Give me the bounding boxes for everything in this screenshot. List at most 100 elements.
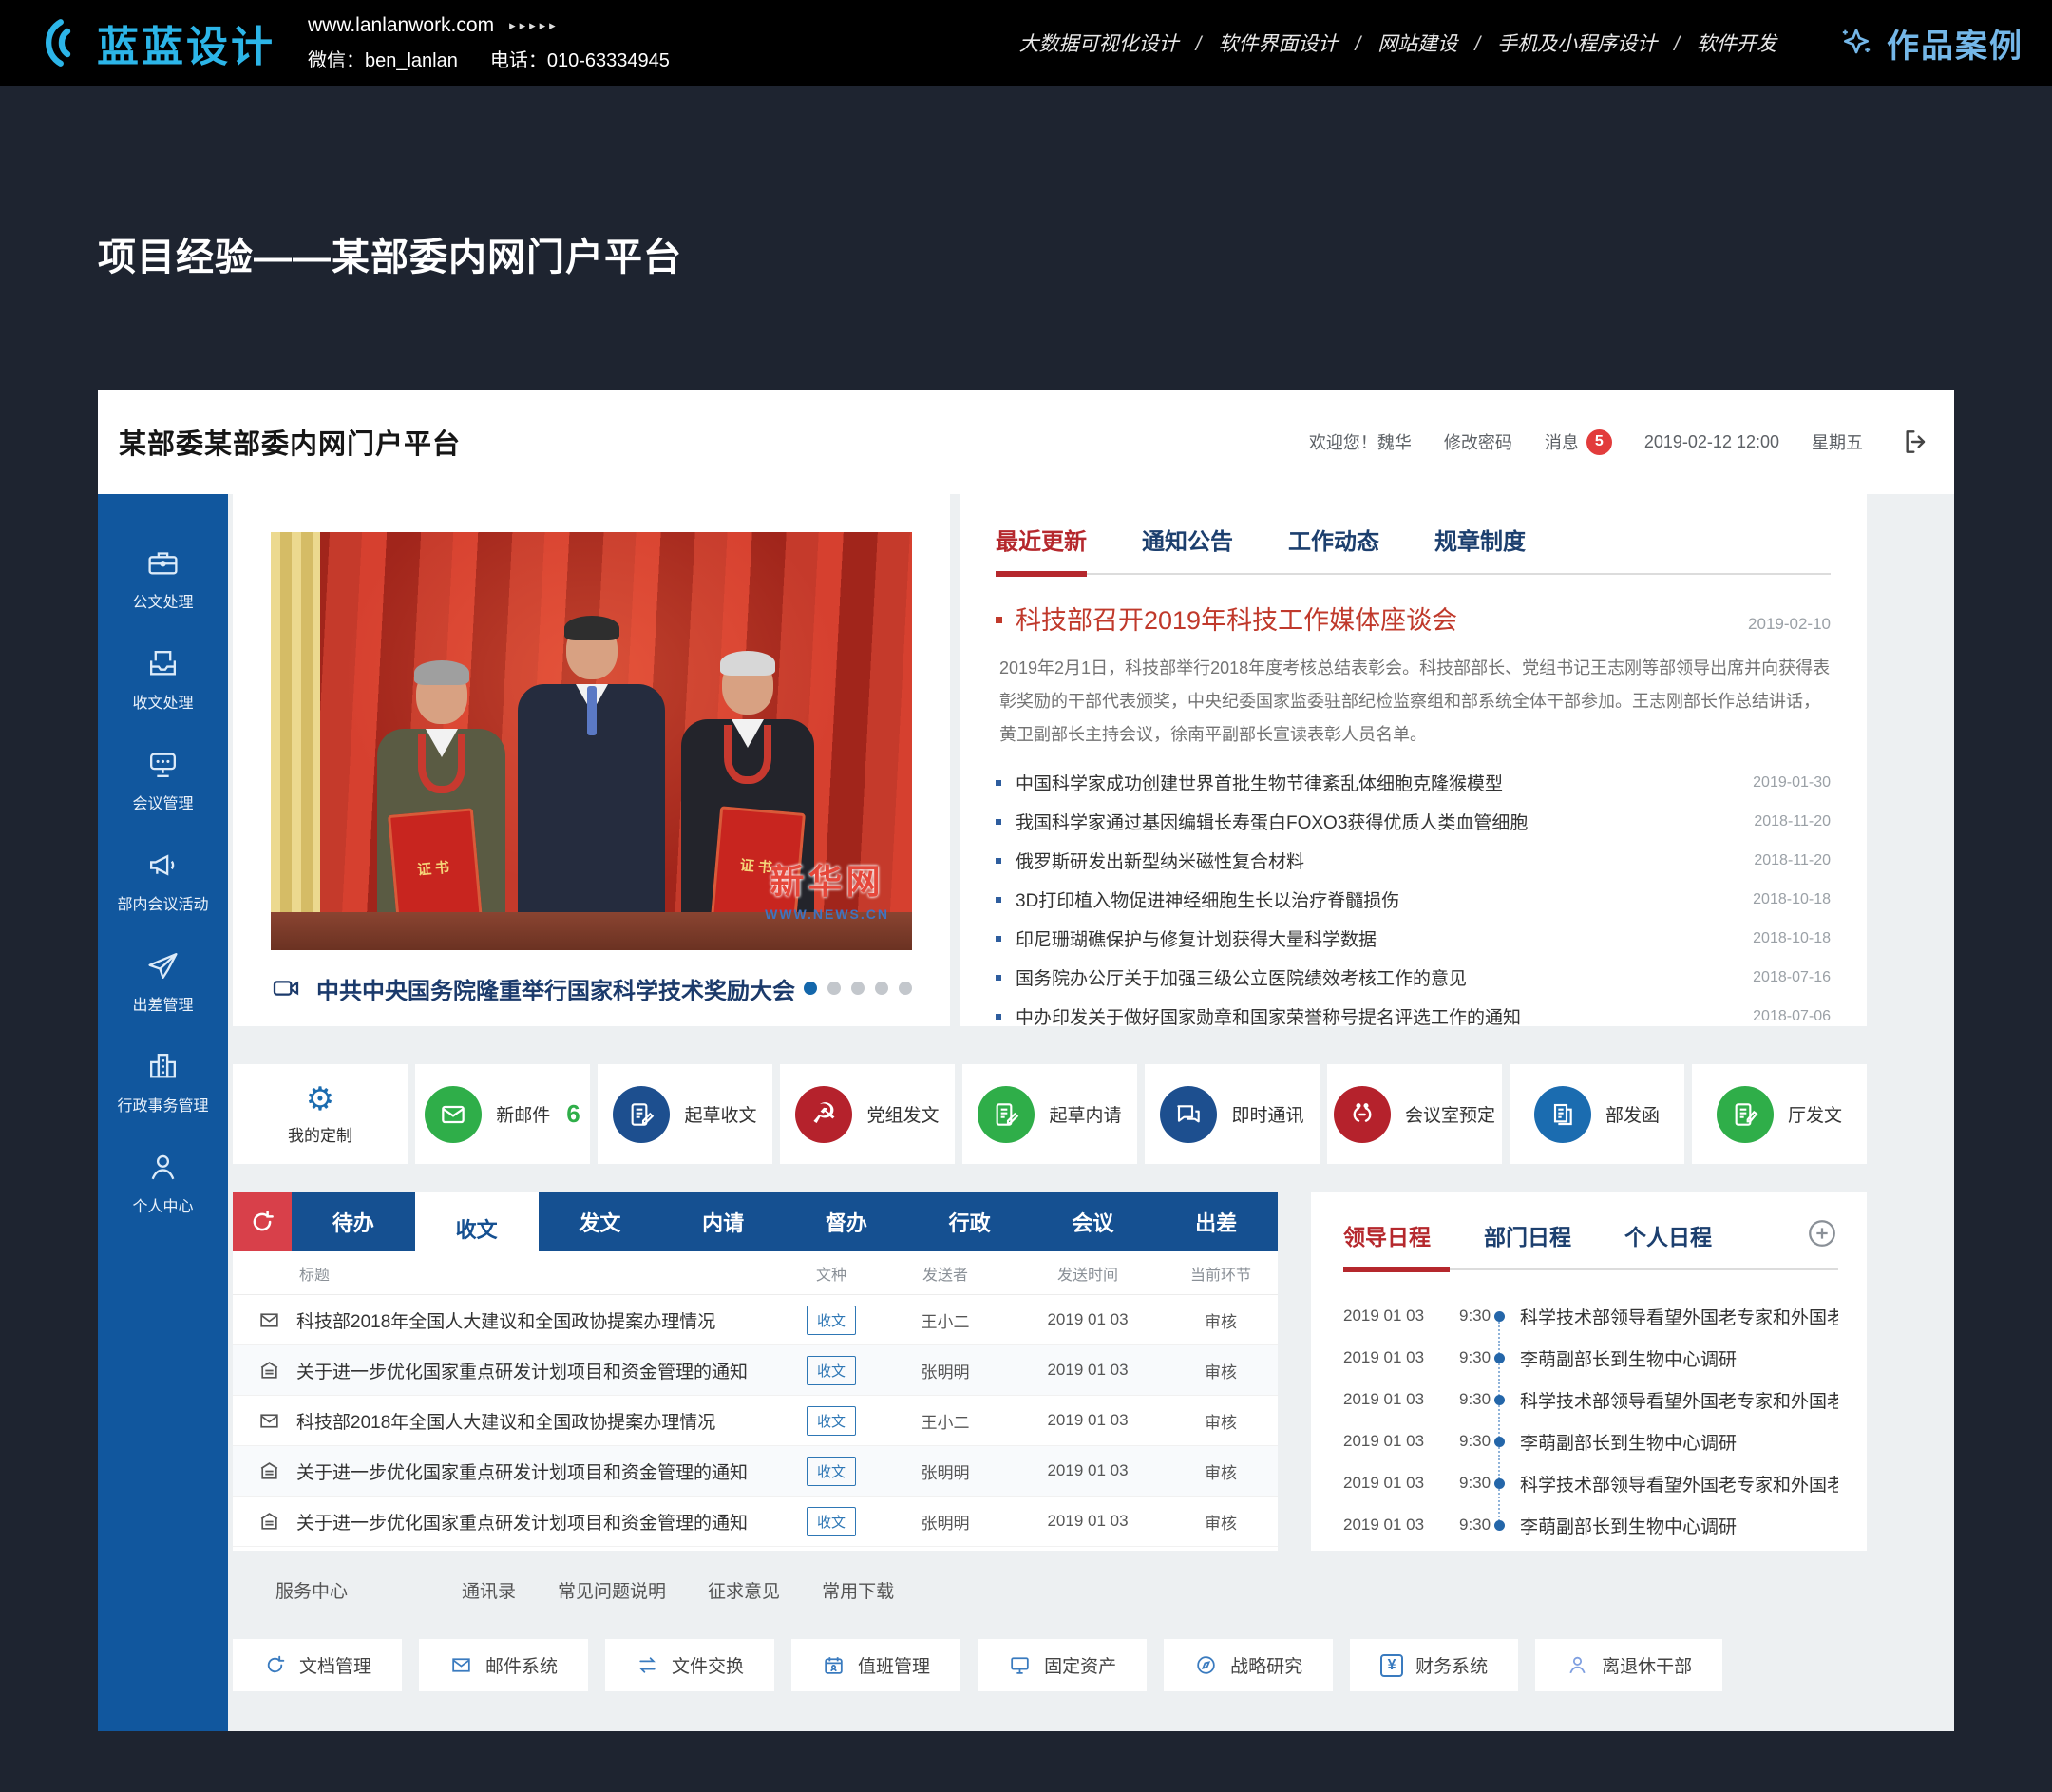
news-item[interactable]: 中国科学家成功创建世界首批生物节律紊乱体细胞克隆猴模型2019-01-30	[996, 763, 1831, 802]
app-retired-cadres[interactable]: 离退休干部	[1535, 1639, 1722, 1691]
row-title: 关于进一步优化国家重点研发计划项目和资金管理的通知	[296, 1358, 784, 1383]
table-row[interactable]: 科技部2018年全国人大建议和全国政协提案办理情况 收文 王小二 2019 01…	[233, 1396, 1278, 1446]
link-downloads[interactable]: 常用下载	[822, 1577, 894, 1603]
carousel-dots	[804, 982, 912, 995]
refresh-button[interactable]	[233, 1192, 292, 1251]
action-instant-messaging[interactable]: 即时通讯	[1145, 1064, 1320, 1164]
tab-regulations[interactable]: 规章制度	[1434, 523, 1526, 556]
tab-personal-schedule[interactable]: 个人日程	[1624, 1219, 1712, 1251]
table-row[interactable]: 科技部2018年全国人大建议和全国政协提案办理情况 收文 王小二 2019 01…	[233, 1295, 1278, 1345]
table-row[interactable]: 关于进一步优化国家重点研发计划项目和资金管理的通知 收文 张明明 2019 01…	[233, 1446, 1278, 1497]
task-tab-todo[interactable]: 待办	[292, 1192, 415, 1251]
sidebar-item-label: 会议管理	[132, 791, 193, 813]
sidebar-item-incoming[interactable]: 收文处理	[98, 629, 228, 730]
action-meeting-room-booking[interactable]: 会议室预定	[1327, 1064, 1502, 1164]
carousel-dot[interactable]	[875, 982, 888, 995]
website-url[interactable]: www.lanlanwork.com	[308, 14, 494, 37]
timeline-dot-icon	[1494, 1395, 1505, 1405]
app-finance-system[interactable]: ¥ 财务系统	[1350, 1639, 1518, 1691]
featured-title[interactable]: 科技部召开2019年科技工作媒体座谈会	[996, 600, 1457, 637]
table-row[interactable]: 关于进一步优化国家重点研发计划项目和资金管理的通知 收文 张明明 2019 01…	[233, 1345, 1278, 1396]
tab-recent-updates[interactable]: 最近更新	[996, 523, 1087, 556]
action-ministry-letter[interactable]: 部发函	[1510, 1064, 1684, 1164]
action-draft-incoming[interactable]: 起草收文	[598, 1064, 772, 1164]
task-tab-incoming[interactable]: 收文	[415, 1192, 539, 1265]
news-item[interactable]: 国务院办公厅关于加强三级公立医院绩效考核工作的意见2018-07-16	[996, 958, 1831, 997]
sidebar-item-meetings[interactable]: 会议管理	[98, 730, 228, 830]
schedule-entry[interactable]: 2019 01 039:30科学技术部领导看望外国老专家和外国老专家家属	[1343, 1379, 1838, 1420]
action-label: 新邮件	[496, 1101, 550, 1127]
schedule-entry[interactable]: 2019 01 039:30李萌副部长到生物中心调研	[1343, 1337, 1838, 1379]
tab-notices[interactable]: 通知公告	[1142, 523, 1233, 556]
nav-item-software-ui[interactable]: 软件界面设计	[1179, 29, 1339, 57]
app-duty-management[interactable]: 值班管理	[791, 1639, 960, 1691]
table-row[interactable]: 关于进一步优化国家重点研发计划项目和资金管理的通知 收文 张明明 2019 01…	[233, 1497, 1278, 1547]
carousel-dot[interactable]	[851, 982, 864, 995]
mail-open-icon	[257, 1510, 281, 1534]
sidebar-item-activities[interactable]: 部内会议活动	[98, 830, 228, 931]
change-password-link[interactable]: 修改密码	[1444, 429, 1512, 454]
action-my-customization[interactable]: ⚙ 我的定制	[233, 1064, 408, 1164]
sidebar-item-travel[interactable]: 出差管理	[98, 931, 228, 1032]
portfolio-link[interactable]: 作品案例	[1837, 20, 2024, 67]
sidebar-item-documents[interactable]: 公文处理	[98, 528, 228, 629]
task-tab-internal[interactable]: 内请	[661, 1192, 785, 1251]
add-schedule-icon[interactable]	[1806, 1217, 1838, 1249]
task-tab-meeting[interactable]: 会议	[1032, 1192, 1155, 1251]
news-item[interactable]: 印尼珊瑚礁保护与修复计划获得大量科学数据2018-10-18	[996, 919, 1831, 958]
row-status: 审核	[1164, 1308, 1278, 1332]
app-strategic-research[interactable]: 战略研究	[1164, 1639, 1333, 1691]
news-item[interactable]: 3D打印植入物促进神经细胞生长以治疗脊髓损伤2018-10-18	[996, 880, 1831, 919]
link-service-center[interactable]: 服务中心	[276, 1577, 348, 1603]
award-ceremony-photo[interactable]: 证书 证书	[271, 532, 912, 950]
link-feedback[interactable]: 征求意见	[708, 1577, 780, 1603]
tab-work-trends[interactable]: 工作动态	[1288, 523, 1379, 556]
logout-icon[interactable]	[1901, 427, 1931, 457]
nav-item-mobile[interactable]: 手机及小程序设计	[1457, 29, 1657, 57]
app-document-management[interactable]: 文档管理	[233, 1639, 402, 1691]
task-tab-supervision[interactable]: 督办	[785, 1192, 908, 1251]
task-tab-outgoing[interactable]: 发文	[539, 1192, 662, 1251]
action-label: 部发函	[1606, 1101, 1660, 1127]
tab-department-schedule[interactable]: 部门日程	[1484, 1219, 1571, 1251]
sidebar-item-personal[interactable]: 个人中心	[98, 1133, 228, 1233]
tab-leader-schedule[interactable]: 领导日程	[1343, 1219, 1431, 1251]
megaphone-icon	[145, 848, 180, 883]
carousel-dot[interactable]	[827, 982, 841, 995]
nav-item-website[interactable]: 网站建设	[1338, 29, 1457, 57]
news-item[interactable]: 俄罗斯研发出新型纳米磁性复合材料2018-11-20	[996, 841, 1831, 880]
row-sender: 张明明	[879, 1510, 1012, 1534]
row-sender: 王小二	[879, 1308, 1012, 1332]
sidebar-item-admin[interactable]: 行政事务管理	[98, 1032, 228, 1133]
link-contacts[interactable]: 通讯录	[462, 1577, 516, 1603]
app-fixed-assets[interactable]: 固定资产	[978, 1639, 1147, 1691]
inbox-doc-icon	[145, 646, 180, 681]
nav-item-dev[interactable]: 软件开发	[1657, 29, 1776, 57]
monitor-icon	[1008, 1653, 1032, 1677]
action-office-dispatch[interactable]: 厅发文	[1692, 1064, 1867, 1164]
app-mail-system[interactable]: 邮件系统	[419, 1639, 588, 1691]
carousel-caption[interactable]: 中共中央国务院隆重举行国家科学技术奖励大会	[316, 972, 795, 1005]
messages-link[interactable]: 消息 5	[1545, 429, 1612, 455]
carousel-dot[interactable]	[899, 982, 912, 995]
schedule-entry[interactable]: 2019 01 039:30科学技术部领导看望外国老专家和外国老专家家属	[1343, 1295, 1838, 1337]
app-file-exchange[interactable]: 文件交换	[605, 1639, 774, 1691]
news-item[interactable]: 我国科学家通过基因编辑长寿蛋白FOXO3获得优质人类血管细胞2018-11-20	[996, 802, 1831, 841]
action-new-mail[interactable]: 新邮件 6	[415, 1064, 590, 1164]
logo[interactable]: 蓝蓝设计	[28, 12, 276, 73]
nav-item-bigdata[interactable]: 大数据可视化设计	[1019, 29, 1179, 57]
schedule-entry[interactable]: 2019 01 039:30李萌副部长到生物中心调研	[1343, 1504, 1838, 1546]
entry-date: 2019 01 03	[1343, 1348, 1459, 1367]
action-draft-internal[interactable]: 起草内请	[962, 1064, 1137, 1164]
schedule-entry[interactable]: 2019 01 039:30李萌副部长到生物中心调研	[1343, 1420, 1838, 1462]
schedule-entry[interactable]: 2019 01 039:30科学技术部领导看望外国老专家和外国老专家家属	[1343, 1462, 1838, 1504]
link-faq[interactable]: 常见问题说明	[558, 1577, 666, 1603]
action-party-dispatch[interactable]: ☭ 党组发文	[780, 1064, 955, 1164]
tasks-panel: 待办 收文 发文 内请 督办 行政 会议 出差 标题 文种 发	[233, 1192, 1278, 1551]
task-tab-admin[interactable]: 行政	[908, 1192, 1032, 1251]
row-date: 2019 01 03	[1012, 1461, 1164, 1480]
news-item[interactable]: 中办印发关于做好国家勋章和国家荣誉称号提名评选工作的通知2018-07-06	[996, 997, 1831, 1036]
carousel-dot[interactable]	[804, 982, 817, 995]
task-tab-travel[interactable]: 出差	[1154, 1192, 1278, 1251]
action-label: 即时通讯	[1231, 1101, 1303, 1127]
